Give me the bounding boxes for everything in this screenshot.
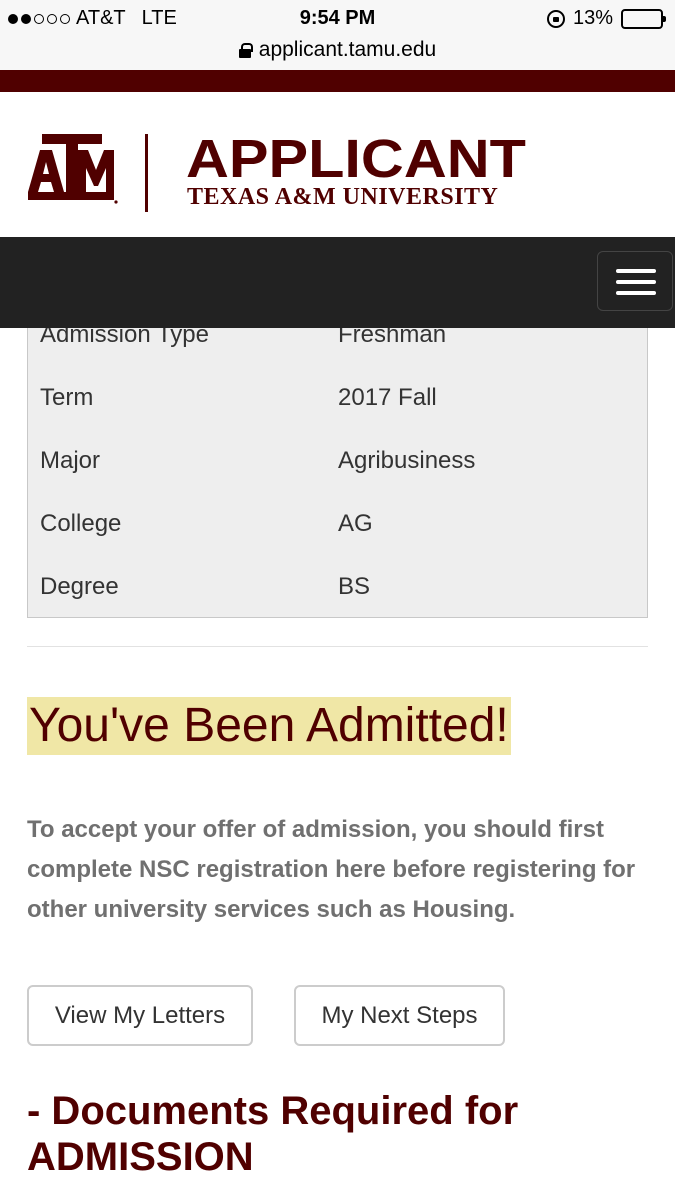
padlock-icon — [238, 43, 253, 58]
brand-divider — [145, 134, 148, 212]
status-bar: AT&T LTE 9:54 PM 13% — [0, 0, 675, 36]
info-value: BS — [338, 573, 371, 600]
view-letters-button[interactable]: View My Letters — [27, 985, 253, 1046]
address-bar[interactable]: applicant.tamu.edu — [0, 36, 675, 70]
navbar — [0, 237, 675, 328]
menu-toggle-button[interactable] — [597, 251, 673, 311]
brand-title: APPLICANT — [186, 129, 526, 189]
info-label: College — [40, 510, 122, 537]
admission-info-panel: Admission Type Freshman Term 2017 Fall M… — [27, 300, 648, 618]
info-label: Term — [40, 384, 94, 411]
rotation-lock-icon — [546, 9, 565, 28]
documents-required-heading: - Documents Required for ADMISSION — [27, 1089, 519, 1179]
section-divider — [27, 646, 648, 647]
admitted-heading: You've Been Admitted! — [27, 697, 511, 755]
top-accent-bar — [0, 70, 675, 92]
url-text[interactable]: applicant.tamu.edu — [259, 38, 436, 62]
brand-subtitle: TEXAS A&M UNIVERSITY — [187, 184, 499, 210]
menu-icon-line — [616, 269, 656, 273]
info-label: Major — [40, 447, 101, 474]
next-steps-button[interactable]: My Next Steps — [294, 985, 505, 1046]
info-value: 2017 Fall — [338, 384, 437, 411]
info-value: Agribusiness — [338, 447, 476, 474]
site-header: APPLICANT TEXAS A&M UNIVERSITY — [0, 92, 675, 237]
menu-icon-line — [616, 291, 656, 295]
accept-instructions: To accept your offer of admission, you s… — [27, 816, 636, 923]
status-right: 13% — [546, 7, 666, 30]
atm-logo-icon[interactable] — [26, 132, 118, 208]
battery-percent: 13% — [572, 7, 613, 29]
battery-icon — [621, 8, 666, 29]
info-label: Degree — [40, 573, 119, 600]
info-value: AG — [338, 510, 373, 537]
menu-icon-line — [616, 280, 656, 284]
